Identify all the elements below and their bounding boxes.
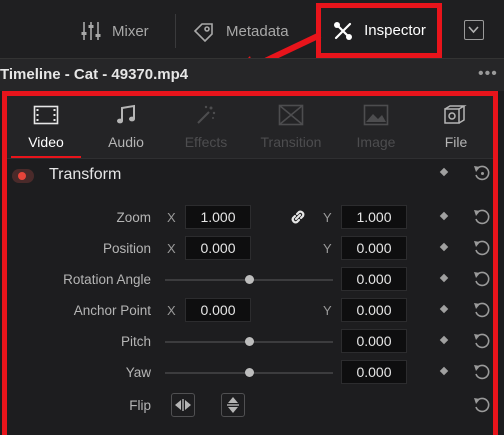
yaw-row: Yaw 0.000 [7,358,493,388]
reset-icon[interactable] [472,163,492,183]
zoom-y-axis-label: Y [323,210,332,225]
rotation-angle-slider[interactable] [165,275,333,284]
collapse-panel-button[interactable] [464,20,484,40]
pitch-row: Pitch 0.000 [7,327,493,357]
reset-icon[interactable] [472,395,492,415]
position-y-field[interactable]: 0.000 [341,236,407,260]
zoom-row: Zoom X 1.000 Y 1.000 [7,203,493,233]
effects-icon [197,105,216,124]
reset-icon[interactable] [472,238,492,258]
tab-audio-label: Audio [108,134,144,150]
transform-section-header: Transform [7,159,493,195]
flip-label: Flip [129,398,151,413]
tab-video[interactable]: Video [11,102,81,158]
tab-effects-label: Effects [184,134,228,150]
rotation-angle-row: Rotation Angle 0.000 [7,265,493,295]
position-x-axis-label: X [167,241,176,256]
zoom-y-field[interactable]: 1.000 [341,205,407,229]
anchor-x-axis-label: X [167,303,176,318]
flip-horizontal-icon [175,399,191,411]
yaw-field[interactable]: 0.000 [341,360,407,384]
pitch-slider-knob[interactable] [244,337,254,346]
tab-transition-label: Transition [260,134,322,150]
more-options-button[interactable]: ••• [478,65,498,83]
tab-file[interactable]: File [421,102,491,154]
chevron-down-icon [468,26,479,34]
reset-icon[interactable] [472,331,492,351]
position-label: Position [102,241,151,256]
keyframe-diamond-icon[interactable] [439,273,449,283]
pitch-label: Pitch [120,334,151,349]
reset-icon[interactable] [472,269,492,289]
zoom-x-axis-label: X [167,210,176,225]
anchor-y-field[interactable]: 0.000 [341,298,407,322]
flip-vertical-icon [227,397,239,413]
flip-horizontal-button[interactable] [171,393,195,417]
timeline-title: Timeline - Cat - 49370.mp4 [0,66,189,83]
position-y-axis-label: Y [323,241,332,256]
yaw-label: Yaw [125,365,151,380]
tab-video-label: Video [28,134,64,150]
transition-icon [278,104,304,126]
inspector-tabs: Video Audio Effects Transition Image Fil… [7,96,493,159]
rotation-angle-slider-knob[interactable] [244,275,254,284]
keyframe-diamond-icon[interactable] [439,366,449,376]
inspector-label: Inspector [364,22,426,39]
reset-icon[interactable] [472,207,492,227]
reset-icon[interactable] [472,362,492,382]
rotation-angle-label: Rotation Angle [63,272,151,287]
tab-audio[interactable]: Audio [91,102,161,154]
keyframe-diamond-icon[interactable] [439,335,449,345]
toolbar-divider [175,14,176,48]
tab-image-label: Image [356,134,396,150]
inspector-panel: Video Audio Effects Transition Image Fil… [2,91,498,435]
metadata-icon [193,23,213,42]
zoom-label: Zoom [116,210,151,225]
zoom-x-field[interactable]: 1.000 [185,205,251,229]
position-row: Position X 0.000 Y 0.000 [7,234,493,264]
audio-icon [117,104,135,124]
keyframe-diamond-icon[interactable] [439,242,449,252]
mixer-tab[interactable]: Mixer [80,16,149,46]
video-icon [33,105,59,125]
flip-vertical-button[interactable] [221,393,245,417]
yaw-slider-knob[interactable] [244,368,254,377]
position-x-field[interactable]: 0.000 [185,236,251,260]
mixer-label: Mixer [112,22,149,40]
mixer-icon [81,22,101,40]
anchor-y-axis-label: Y [323,303,332,318]
timeline-title-bar: Timeline - Cat - 49370.mp4 ••• [0,58,504,149]
keyframe-diamond-icon[interactable] [439,304,449,314]
tab-effects[interactable]: Effects [171,102,241,154]
tab-file-label: File [444,134,468,150]
tab-image[interactable]: Image [341,102,411,154]
transform-title: Transform [49,166,122,183]
anchor-x-field[interactable]: 0.000 [185,298,251,322]
image-icon [363,104,389,126]
pitch-slider[interactable] [165,337,333,346]
active-tab-indicator [11,156,81,158]
inspector-icon [334,21,353,40]
file-icon [444,105,467,124]
keyframe-diamond-icon[interactable] [439,167,449,177]
tab-transition[interactable]: Transition [256,102,326,154]
anchor-point-row: Anchor Point X 0.000 Y 0.000 [7,296,493,326]
rotation-angle-field[interactable]: 0.000 [341,267,407,291]
pitch-field[interactable]: 0.000 [341,329,407,353]
yaw-slider[interactable] [165,368,333,377]
inspector-tab[interactable]: Inspector [316,3,442,58]
flip-row: Flip [7,391,493,421]
reset-icon[interactable] [472,300,492,320]
keyframe-diamond-icon[interactable] [439,211,449,221]
transform-enable-toggle[interactable] [12,169,34,183]
link-icon[interactable] [288,207,308,227]
anchor-point-label: Anchor Point [73,303,151,318]
